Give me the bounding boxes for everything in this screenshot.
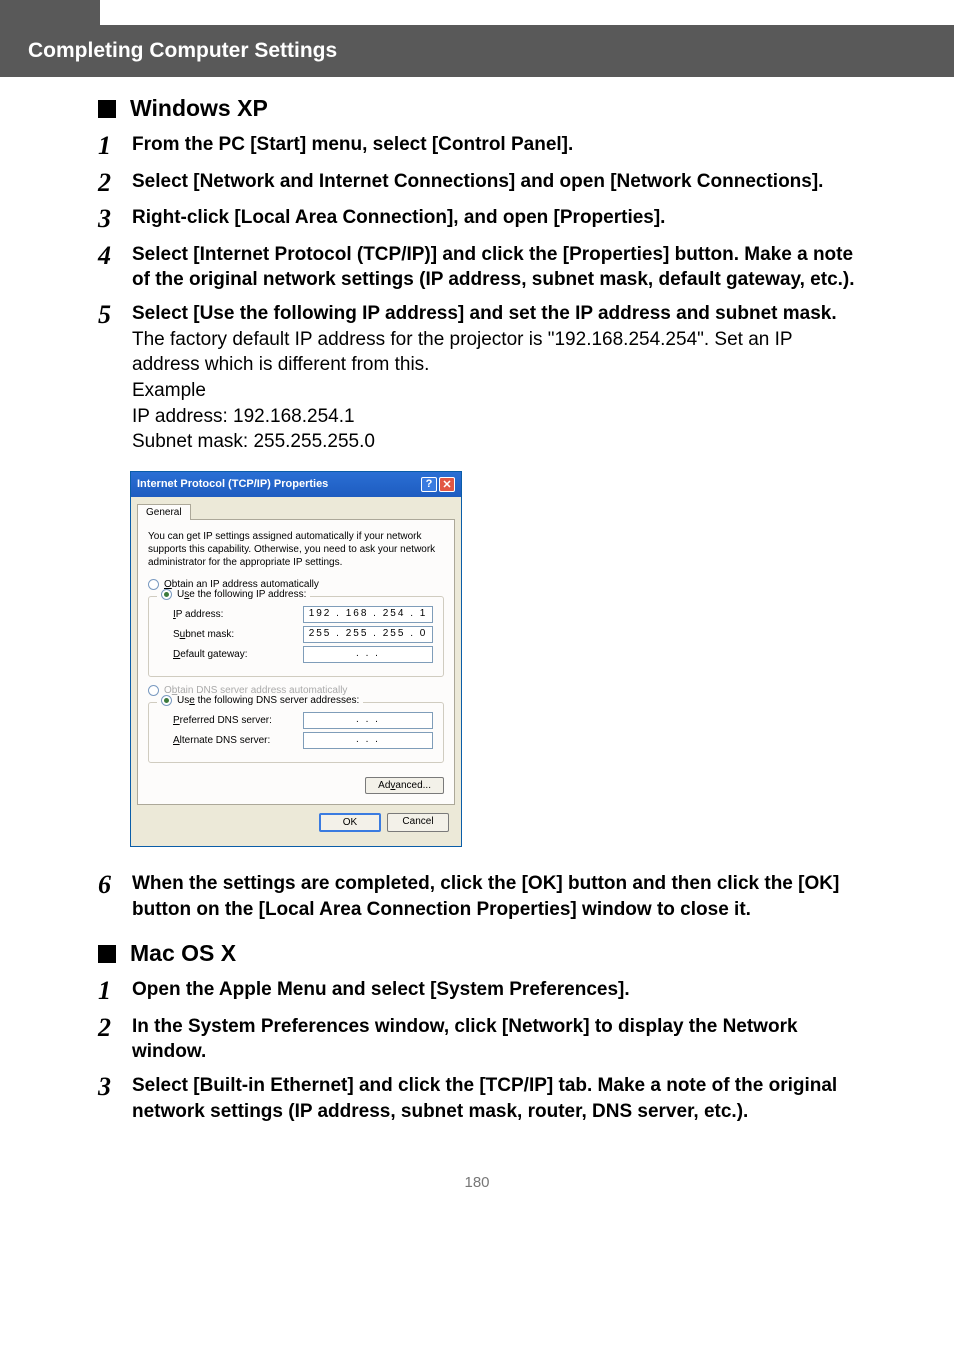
ip-address-row: IP address: 192 . 168 . 254 . 1	[157, 606, 435, 623]
dialog-titlebar: Internet Protocol (TCP/IP) Properties ? …	[131, 472, 461, 497]
winxp-step-2: 2 Select [Network and Internet Connectio…	[98, 169, 856, 198]
winxp-step-5: 5 Select [Use the following IP address] …	[98, 301, 856, 455]
dialog-description: You can get IP settings assigned automat…	[148, 530, 444, 569]
subnet-mask-input[interactable]: 255 . 255 . 255 . 0	[303, 626, 433, 643]
default-gateway-row: Default gateway: . . .	[157, 646, 435, 663]
step-text-plain: The factory default IP address for the p…	[132, 329, 792, 453]
winxp-step-6: 6 When the settings are completed, click…	[98, 871, 856, 922]
windows-xp-heading: Windows XP	[98, 95, 856, 122]
close-icon[interactable]: ✕	[439, 477, 455, 492]
use-following-ip-radio[interactable]: Use the following IP address:	[157, 589, 310, 600]
macosx-step-3: 3 Select [Built-in Ethernet] and click t…	[98, 1073, 856, 1124]
alternate-dns-row: Alternate DNS server: . . .	[157, 732, 435, 749]
step-number: 1	[98, 977, 132, 1006]
winxp-step-1: 1 From the PC [Start] menu, select [Cont…	[98, 132, 856, 161]
step-number: 1	[98, 132, 132, 161]
step-text: Open the Apple Menu and select [System P…	[132, 979, 630, 1000]
square-bullet-icon	[98, 945, 116, 963]
tcpip-dialog: Internet Protocol (TCP/IP) Properties ? …	[130, 471, 462, 847]
use-dns-group: Use the following DNS server addresses: …	[148, 702, 444, 763]
step-text: Right-click [Local Area Connection], and…	[132, 207, 665, 228]
step-number: 6	[98, 871, 132, 922]
subnet-mask-row: Subnet mask: 255 . 255 . 255 . 0	[157, 626, 435, 643]
radio-icon	[161, 695, 172, 706]
top-accent-bar	[0, 0, 100, 25]
step-text: Select [Network and Internet Connections…	[132, 171, 823, 192]
step-number: 5	[98, 301, 132, 455]
step-text-bold: Select [Use the following IP address] an…	[132, 303, 837, 324]
dialog-title: Internet Protocol (TCP/IP) Properties	[137, 478, 328, 490]
advanced-button[interactable]: Advanced...	[365, 777, 444, 794]
use-following-dns-radio[interactable]: Use the following DNS server addresses:	[157, 695, 363, 706]
macosx-heading: Mac OS X	[98, 940, 856, 967]
step-text: When the settings are completed, click t…	[132, 873, 839, 920]
ip-address-input[interactable]: 192 . 168 . 254 . 1	[303, 606, 433, 623]
macosx-step-2: 2 In the System Preferences window, clic…	[98, 1014, 856, 1065]
step-text: In the System Preferences window, click …	[132, 1016, 798, 1063]
step-number: 4	[98, 242, 132, 293]
page-number: 180	[98, 1174, 856, 1191]
macosx-title: Mac OS X	[130, 940, 236, 967]
section-header-title: Completing Computer Settings	[28, 39, 926, 63]
section-header-band: Completing Computer Settings	[0, 25, 954, 77]
preferred-dns-row: Preferred DNS server: . . .	[157, 712, 435, 729]
help-icon[interactable]: ?	[421, 477, 437, 492]
preferred-dns-input[interactable]: . . .	[303, 712, 433, 729]
cancel-button[interactable]: Cancel	[387, 813, 449, 832]
step-text: Select [Internet Protocol (TCP/IP)] and …	[132, 244, 855, 291]
step-text: From the PC [Start] menu, select [Contro…	[132, 134, 573, 155]
step-text: Select [Built-in Ethernet] and click the…	[132, 1075, 837, 1122]
winxp-step-4: 4 Select [Internet Protocol (TCP/IP)] an…	[98, 242, 856, 293]
tcpip-properties-dialog-illustration: Internet Protocol (TCP/IP) Properties ? …	[130, 471, 856, 847]
step-number: 2	[98, 1014, 132, 1065]
step-number: 2	[98, 169, 132, 198]
page-content: Windows XP 1 From the PC [Start] menu, s…	[0, 77, 954, 1231]
step-number: 3	[98, 205, 132, 234]
step-number: 3	[98, 1073, 132, 1124]
macosx-step-1: 1 Open the Apple Menu and select [System…	[98, 977, 856, 1006]
square-bullet-icon	[98, 100, 116, 118]
general-tab[interactable]: General	[137, 504, 191, 520]
windows-xp-title: Windows XP	[130, 95, 268, 122]
winxp-step-3: 3 Right-click [Local Area Connection], a…	[98, 205, 856, 234]
alternate-dns-input[interactable]: . . .	[303, 732, 433, 749]
default-gateway-input[interactable]: . . .	[303, 646, 433, 663]
use-ip-group: Use the following IP address: IP address…	[148, 596, 444, 677]
ok-button[interactable]: OK	[319, 813, 381, 832]
radio-icon	[161, 589, 172, 600]
